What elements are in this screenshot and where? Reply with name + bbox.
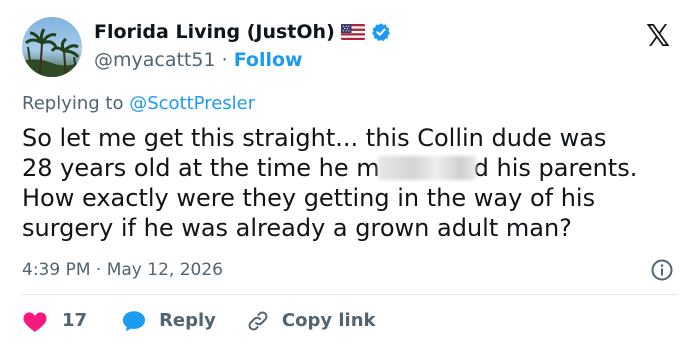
verified-badge-icon[interactable]	[371, 22, 391, 42]
handle-separator: ·	[221, 49, 228, 71]
palm-tree-avatar-image	[22, 28, 82, 77]
divider	[22, 294, 678, 295]
author-name[interactable]: Florida Living (JustOh)	[94, 20, 335, 44]
reply-context: Replying to @ScottPresler	[22, 92, 255, 116]
x-logo-icon[interactable]: 𝕏	[646, 20, 670, 54]
author-handle[interactable]: @myacatt51	[94, 49, 216, 71]
tweet-line-start: 28 years old at the time he m	[22, 154, 380, 182]
copy-link-button[interactable]: Copy link	[246, 309, 376, 333]
tweet-line-redacted: 28 years old at the time he m d his paren…	[22, 153, 686, 183]
heart-icon	[22, 309, 48, 333]
us-flag-icon	[340, 24, 365, 40]
reply-context-prefix: Replying to	[22, 93, 124, 114]
tweet-line: So let me get this straight... this Coll…	[22, 124, 607, 152]
tweet-line: How exactly were they getting in the way…	[22, 184, 596, 212]
reply-label: Reply	[159, 310, 216, 331]
author-handle-row: @myacatt51 · Follow	[94, 48, 303, 72]
tweet-timestamp[interactable]: 4:39 PM · May 12, 2026	[22, 258, 223, 282]
tweet-line: surgery if he was already a grown adult …	[22, 214, 572, 242]
tweet-line-end: d his parents.	[473, 154, 638, 182]
link-icon	[246, 309, 270, 333]
redaction-blur	[377, 156, 476, 180]
reply-bubble-icon	[121, 309, 147, 333]
info-icon[interactable]	[650, 258, 674, 286]
like-count: 17	[62, 310, 88, 331]
author-name-row: Florida Living (JustOh)	[94, 20, 391, 44]
tweet-text: So let me get this straight... this Coll…	[22, 123, 686, 243]
reply-button[interactable]: Reply	[121, 309, 216, 333]
action-bar: 17 Reply Copy link	[22, 306, 376, 336]
copy-link-label: Copy link	[281, 310, 376, 331]
follow-button[interactable]: Follow	[234, 49, 303, 71]
like-button[interactable]: 17	[22, 309, 87, 333]
avatar[interactable]	[22, 17, 82, 77]
reply-mention-link[interactable]: @ScottPresler	[129, 93, 255, 114]
